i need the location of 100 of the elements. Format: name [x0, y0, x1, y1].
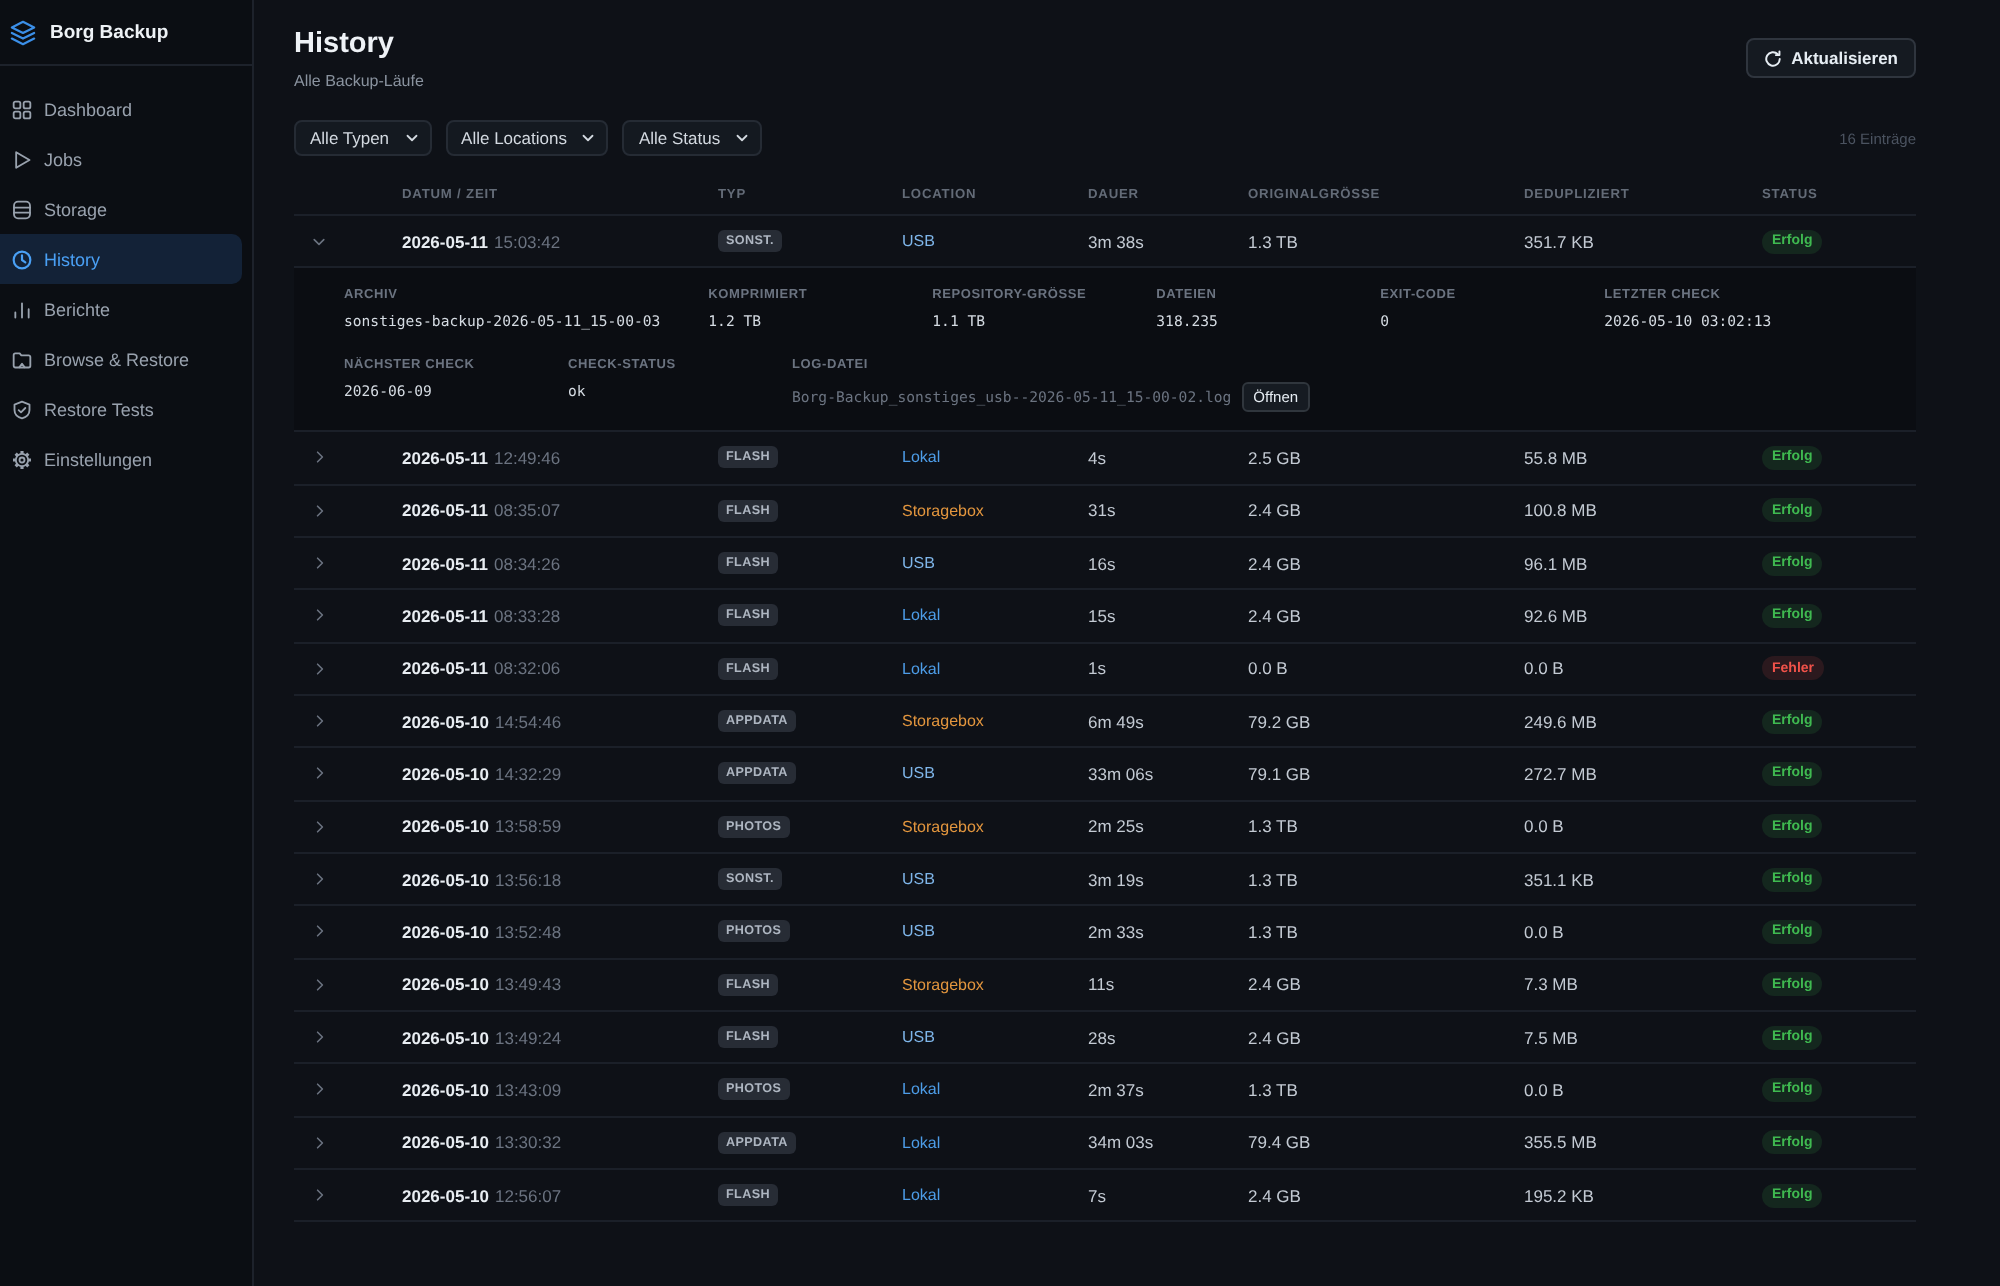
location-label: Storagebox: [902, 975, 984, 994]
original-size-text: 2.4 GB: [1248, 605, 1303, 626]
folder-icon: [12, 349, 32, 369]
date-text: 2026-05-10: [402, 1185, 489, 1206]
date-text: 2026-05-11: [402, 231, 489, 252]
time-text: 13:52:48: [494, 921, 562, 942]
sidebar-item[interactable]: Restore Tests: [0, 384, 242, 434]
chevron-right-icon[interactable]: [316, 714, 324, 729]
filter-dropdown[interactable]: Alle Typen: [294, 120, 432, 156]
date-text: 2026-05-11: [402, 605, 489, 626]
chevron-right-icon[interactable]: [316, 1082, 324, 1097]
duration-text: 16s: [1088, 553, 1118, 574]
clock-icon: [12, 249, 32, 269]
original-size-text: 1.3 TB: [1248, 816, 1300, 837]
page-subtitle: Alle Backup-Läufe: [294, 70, 424, 92]
chevron-right-icon[interactable]: [316, 766, 324, 781]
dedup-size-text: 0.0 B: [1524, 921, 1566, 942]
time-text: 08:32:06: [494, 658, 561, 679]
dedup-size-text: 351.1 KB: [1524, 869, 1596, 890]
date-text: 2026-05-10: [402, 711, 489, 732]
chevron-right-icon[interactable]: [316, 819, 324, 834]
dedup-size-text: 96.1 MB: [1524, 553, 1590, 574]
caret-icon: [582, 134, 595, 142]
time-text: 13:56:18: [494, 869, 562, 890]
location-label: Storagebox: [902, 817, 984, 836]
duration-text: 7s: [1088, 1185, 1108, 1206]
chevron-right-icon[interactable]: [316, 608, 324, 623]
location-label: USB: [902, 764, 935, 783]
original-size-text: 1.3 TB: [1248, 231, 1300, 252]
chevron-right-icon[interactable]: [316, 503, 324, 518]
dedup-size-text: 92.6 MB: [1524, 605, 1590, 626]
dedup-size-text: 195.2 KB: [1524, 1185, 1596, 1206]
sidebar-item[interactable]: Dashboard: [0, 84, 242, 134]
bar-chart-icon: [12, 299, 32, 319]
date-text: 2026-05-10: [402, 1132, 489, 1153]
duration-text: 6m 49s: [1088, 711, 1146, 732]
date-text: 2026-05-11: [402, 553, 489, 574]
time-text: 13:43:09: [494, 1079, 562, 1100]
date-text: 2026-05-10: [402, 869, 489, 890]
time-text: 14:54:46: [494, 711, 562, 732]
sidebar-item[interactable]: Einstellungen: [0, 434, 242, 484]
duration-text: 4s: [1088, 447, 1108, 468]
original-size-text: 1.3 TB: [1248, 921, 1300, 942]
original-size-text: 1.3 TB: [1248, 869, 1300, 890]
dedup-size-text: 7.5 MB: [1524, 1027, 1580, 1048]
date-text: 2026-05-10: [402, 921, 489, 942]
duration-text: 31s: [1088, 500, 1118, 521]
chevron-right-icon[interactable]: [316, 661, 324, 676]
chevron-right-icon[interactable]: [316, 872, 324, 887]
original-size-text: 2.4 GB: [1248, 974, 1303, 995]
location-label: Lokal: [902, 1080, 941, 1099]
duration-text: 2m 33s: [1088, 921, 1146, 942]
duration-text: 34m 03s: [1088, 1132, 1156, 1153]
chevron-right-icon[interactable]: [316, 977, 324, 992]
dedup-size-text: 55.8 MB: [1524, 447, 1590, 468]
dedup-size-text: 0.0 B: [1524, 816, 1566, 837]
dedup-size-text: 0.0 B: [1524, 658, 1566, 679]
layers-icon: [10, 19, 36, 45]
sidebar-item[interactable]: History: [0, 234, 242, 284]
location-label: Lokal: [902, 1133, 941, 1152]
original-size-text: 2.4 GB: [1248, 500, 1303, 521]
chevron-right-icon[interactable]: [316, 556, 324, 571]
brand-name: Borg Backup: [50, 21, 169, 43]
sidebar-item[interactable]: Browse & Restore: [0, 334, 242, 384]
date-text: 2026-05-10: [402, 1079, 489, 1100]
original-size-text: 2.4 GB: [1248, 1027, 1303, 1048]
date-text: 2026-05-11: [402, 658, 489, 679]
original-size-text: 79.2 GB: [1248, 711, 1313, 732]
original-size-text: 79.4 GB: [1248, 1132, 1313, 1153]
duration-text: 33m 06s: [1088, 763, 1156, 784]
time-text: 14:32:29: [494, 763, 562, 784]
page-title: History: [294, 26, 396, 62]
sidebar-item[interactable]: Storage: [0, 184, 242, 234]
refresh-icon: [1763, 49, 1782, 67]
original-size-text: 79.1 GB: [1248, 763, 1313, 784]
original-size-text: 0.0 B: [1248, 658, 1290, 679]
chevron-right-icon[interactable]: [316, 1135, 324, 1150]
caret-icon: [405, 134, 418, 142]
time-text: 13:58:59: [494, 816, 562, 837]
duration-text: 3m 38s: [1088, 231, 1146, 252]
filter-dropdown[interactable]: Alle Locations: [445, 120, 609, 156]
chevron-right-icon[interactable]: [316, 1030, 324, 1045]
chevron-right-icon[interactable]: [316, 1188, 324, 1203]
original-size-text: 1.3 TB: [1248, 1079, 1300, 1100]
dedup-size-text: 272.7 MB: [1524, 763, 1599, 784]
dedup-size-text: 249.6 MB: [1524, 711, 1599, 732]
refresh-button[interactable]: Aktualisieren: [1745, 38, 1916, 78]
chevron-right-icon[interactable]: [316, 924, 324, 939]
date-text: 2026-05-10: [402, 1027, 489, 1048]
filter-dropdown[interactable]: Alle Status: [622, 120, 763, 156]
time-text: 08:34:26: [494, 553, 561, 574]
grid-icon: [12, 99, 32, 119]
original-size-text: 2.4 GB: [1248, 1185, 1303, 1206]
gear-icon: [12, 449, 32, 469]
chevron-down-icon[interactable]: [312, 237, 326, 246]
sidebar-item[interactable]: Jobs: [0, 134, 242, 184]
sidebar-item[interactable]: Berichte: [0, 284, 242, 334]
chevron-right-icon[interactable]: [316, 450, 324, 465]
dedup-size-text: 351.7 KB: [1524, 231, 1596, 252]
time-text: 08:35:07: [494, 500, 561, 521]
